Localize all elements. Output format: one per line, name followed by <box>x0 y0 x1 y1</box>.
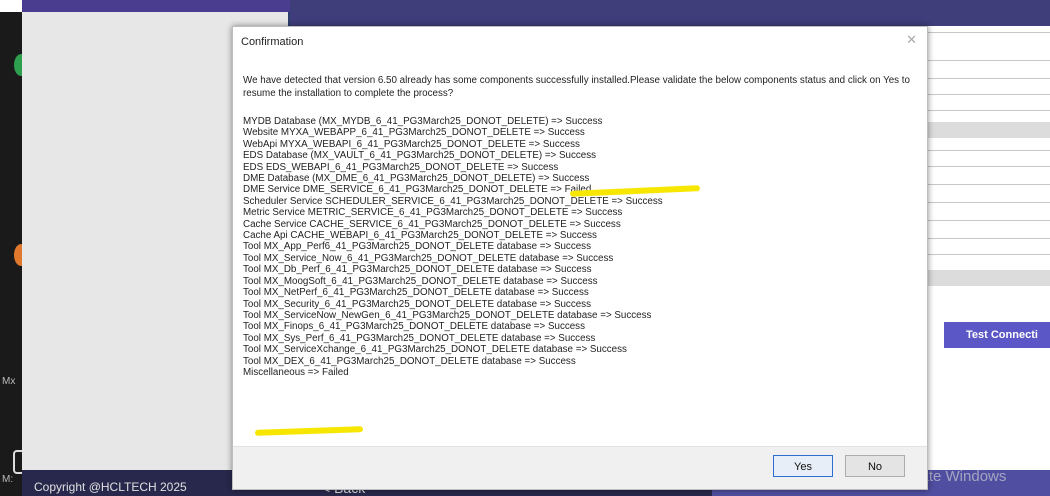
app-header-bar <box>290 0 1050 26</box>
component-status-line: DME Database (MX_DME_6_41_PG3March25_DON… <box>243 173 590 185</box>
component-status-line: WebApi MYXA_WEBAPI_6_41_PG3March25_DONOT… <box>243 138 580 150</box>
component-status-line: EDS Database (MX_VAULT_6_41_PG3March25_D… <box>243 150 597 162</box>
component-status-line: Cache Service CACHE_SERVICE_6_41_PG3Marc… <box>243 218 621 230</box>
sidebar-header <box>22 0 290 12</box>
form-field-line[interactable] <box>928 78 1050 79</box>
component-status-line: Tool MX_Sys_Perf_6_41_PG3March25_DONOT_D… <box>243 332 596 344</box>
component-status-line: Miscellaneous => Failed <box>243 366 349 378</box>
component-status-line: Tool MX_Service_Now_6_41_PG3March25_DONO… <box>243 252 614 264</box>
component-status-line: Tool MX_Finops_6_41_PG3March25_DONOT_DEL… <box>243 321 585 333</box>
test-connection-button[interactable]: Test Connecti <box>944 322 1050 348</box>
left-edge-label-2: M: <box>2 474 14 485</box>
form-field-line[interactable] <box>928 150 1050 151</box>
dialog-message: We have detected that version 6.50 alrea… <box>243 75 910 99</box>
form-field-line[interactable] <box>928 220 1050 221</box>
component-status-line: MYDB Database (MX_MYDB_6_41_PG3March25_D… <box>243 116 603 127</box>
component-status-line: Tool MX_DEX_6_41_PG3March25_DONOT_DELETE… <box>243 355 576 367</box>
form-field-line[interactable] <box>928 60 1050 61</box>
copyright-text: Copyright @HCLTECH 2025 <box>34 480 187 494</box>
component-status-line: Tool MX_Security_6_41_PG3March25_DONOT_D… <box>243 298 591 310</box>
form-field-line[interactable] <box>928 166 1050 167</box>
close-icon[interactable]: ✕ <box>906 32 917 48</box>
confirmation-dialog: Confirmation ✕ We have detected that ver… <box>232 26 928 490</box>
form-panel <box>928 26 1050 470</box>
left-window-edge: Mx M: <box>0 12 28 496</box>
component-status-line: Tool MX_ServiceXchange_6_41_PG3March25_D… <box>243 344 627 356</box>
form-field-line[interactable] <box>928 202 1050 203</box>
component-status-line: Website MYXA_WEBAPP_6_41_PG3March25_DONO… <box>243 127 585 139</box>
form-field-box[interactable] <box>928 122 1050 138</box>
form-field-line[interactable] <box>928 110 1050 111</box>
form-field-box[interactable] <box>928 270 1050 286</box>
yes-button[interactable]: Yes <box>773 455 833 477</box>
form-field-line[interactable] <box>928 32 1050 33</box>
component-status-line: Tool MX_ServiceNow_NewGen_6_41_PG3March2… <box>243 309 652 321</box>
component-status-line: Tool MX_NetPerf_6_41_PG3March25_DONOT_DE… <box>243 287 589 299</box>
component-status-line: Tool MX_App_Perf6_41_PG3March25_DONOT_DE… <box>243 241 591 253</box>
component-status-line: Scheduler Service SCHEDULER_SERVICE_6_41… <box>243 195 663 207</box>
dialog-button-bar: Yes No <box>233 446 927 489</box>
component-status-list: MYDB Database (MX_MYDB_6_41_PG3March25_D… <box>243 116 913 378</box>
dialog-body: We have detected that version 6.50 alrea… <box>243 75 913 378</box>
component-status-line: Tool MX_Db_Perf_6_41_PG3March25_DONOT_DE… <box>243 264 592 276</box>
dialog-title: Confirmation <box>241 36 304 48</box>
form-field-line[interactable] <box>928 184 1050 185</box>
component-status-line: EDS EDS_WEBAPI_6_41_PG3March25_DONOT_DEL… <box>243 161 559 173</box>
component-status-line: Tool MX_MoogSoft_6_41_PG3March25_DONOT_D… <box>243 275 598 287</box>
form-field-line[interactable] <box>928 94 1050 95</box>
left-edge-label: Mx <box>2 376 16 387</box>
form-field-line[interactable] <box>928 238 1050 239</box>
component-status-line: Metric Service METRIC_SERVICE_6_41_PG3Ma… <box>243 207 623 219</box>
form-field-line[interactable] <box>928 254 1050 255</box>
no-button[interactable]: No <box>845 455 905 477</box>
component-status-line: Cache Api CACHE_WEBAPI_6_41_PG3March25_D… <box>243 230 597 242</box>
